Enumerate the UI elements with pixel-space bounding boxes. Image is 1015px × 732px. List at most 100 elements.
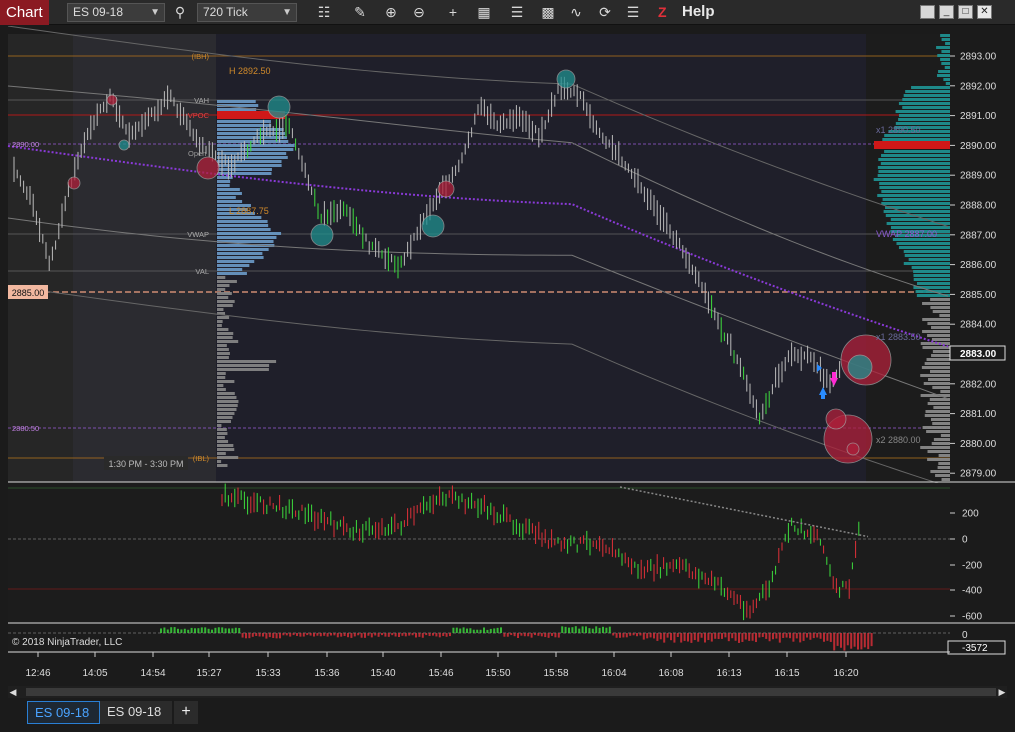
- right-profile-row: [941, 38, 950, 41]
- right-profile-row: [938, 70, 950, 73]
- ninjatrader-chart-window: Chart ES 09-18 ▼ ⚲ 720 Tick ▼ ☷ ✎ ⊕ ⊖ + …: [0, 0, 1015, 732]
- time-tick-label: 15:58: [543, 668, 568, 679]
- delta-bar: [571, 627, 574, 633]
- close-button[interactable]: ✕: [977, 5, 992, 19]
- delta-bar: [823, 633, 825, 642]
- right-profile-row: [904, 254, 950, 257]
- delta-bar: [860, 633, 863, 650]
- delta-bar: [415, 633, 417, 638]
- scroll-thumb[interactable]: [26, 688, 996, 696]
- profile-row: [217, 276, 226, 279]
- vah-label: VAH: [194, 96, 209, 105]
- order-flow-bubble: [106, 94, 118, 106]
- tab-es-09-18-active[interactable]: ES 09-18: [27, 701, 100, 724]
- delta-bar: [843, 633, 846, 651]
- profile-row: [217, 332, 234, 335]
- bar-style-icon[interactable]: ☷: [314, 2, 334, 22]
- delta-bar: [204, 627, 207, 633]
- price-tick-label: 2879.00: [960, 469, 997, 480]
- time-tick-label: 16:15: [774, 668, 799, 679]
- delta-bar: [683, 633, 686, 641]
- zoom-out-icon[interactable]: ⊖: [409, 2, 429, 22]
- delta-bar: [802, 633, 805, 641]
- delta-bar: [452, 627, 455, 633]
- right-profile-row: [925, 410, 950, 413]
- strategies-icon[interactable]: ▩: [538, 2, 558, 22]
- interval-value: 720 Tick: [203, 5, 248, 19]
- help-menu[interactable]: Help: [682, 2, 715, 22]
- right-profile-row: [937, 54, 950, 57]
- vpoc-label: VPOC: [188, 111, 210, 120]
- right-profile-row: [928, 378, 950, 381]
- right-profile-row: [879, 186, 950, 189]
- right-profile-row: [898, 118, 950, 121]
- delta-bar: [221, 627, 224, 633]
- profile-row: [217, 224, 269, 227]
- val-label: VAL: [195, 267, 209, 276]
- crosshair-icon[interactable]: +: [443, 2, 463, 22]
- profile-row: [217, 416, 233, 419]
- profile-row: [217, 236, 277, 239]
- delta-bar: [316, 633, 319, 636]
- right-profile-row: [908, 258, 950, 261]
- delta-bar: [574, 626, 577, 633]
- indicators-icon[interactable]: ☰: [507, 2, 527, 22]
- instrument-value: ES 09-18: [73, 5, 124, 19]
- horizontal-scrollbar[interactable]: ◀ ▶: [8, 686, 1007, 698]
- search-icon[interactable]: ⚲: [170, 2, 190, 22]
- right-profile-row: [927, 322, 950, 325]
- interval-selector[interactable]: 720 Tick ▼: [197, 3, 297, 22]
- delta-bar: [527, 633, 530, 637]
- zoom-in-icon[interactable]: ⊕: [381, 2, 401, 22]
- add-tab-button[interactable]: +: [174, 701, 198, 724]
- chart-panel[interactable]: (IBH) H 2892.50 VAH VPOC Open L 2887.75 …: [0, 25, 1015, 686]
- right-profile-row: [927, 450, 950, 453]
- profile-row: [217, 284, 230, 287]
- scroll-left-icon[interactable]: ◀: [8, 686, 18, 698]
- delta-bar: [319, 633, 322, 637]
- tab-es-09-18[interactable]: ES 09-18: [100, 701, 172, 724]
- delta-bar: [489, 628, 492, 633]
- minimize-button[interactable]: [920, 5, 935, 19]
- right-profile-row: [932, 422, 950, 425]
- delta-bar: [605, 627, 608, 633]
- delta-bar: [697, 633, 700, 642]
- z-icon[interactable]: Z: [658, 2, 667, 22]
- scroll-right-icon[interactable]: ▶: [997, 686, 1007, 698]
- vwap-label: VWAP: [187, 230, 209, 239]
- order-flow-bubble: [846, 442, 860, 456]
- profile-row: [217, 316, 230, 319]
- delta-bar: [520, 633, 523, 636]
- right-profile-row: [930, 298, 950, 301]
- collapse-button[interactable]: _: [939, 5, 954, 19]
- indicator-tick-label: -600: [962, 612, 982, 623]
- drawing-tools-icon[interactable]: ∿: [566, 2, 586, 22]
- time-tick-label: 15:27: [196, 668, 221, 679]
- right-profile-row: [933, 438, 950, 441]
- instrument-selector[interactable]: ES 09-18 ▼: [67, 3, 165, 22]
- delta-bar: [853, 633, 856, 647]
- delta-bar: [758, 633, 761, 638]
- profile-row: [217, 304, 233, 307]
- right-profile-row: [931, 354, 950, 357]
- pencil-icon[interactable]: ✎: [350, 2, 370, 22]
- time-axis: 12:46 14:05 14:54 15:27 15:33 15:36 15:40 15:46…: [25, 652, 859, 679]
- right-profile-row: [945, 82, 950, 85]
- data-box-icon[interactable]: ▦: [474, 2, 494, 22]
- delta-bar: [289, 633, 292, 637]
- right-profile-row: [941, 478, 950, 481]
- maximize-button[interactable]: □: [958, 5, 973, 19]
- refresh-icon[interactable]: ⟳: [595, 2, 615, 22]
- delta-bar: [177, 628, 179, 633]
- profile-row: [217, 352, 230, 355]
- time-tick-label: 16:13: [716, 668, 741, 679]
- profile-row: [217, 460, 222, 463]
- time-tick-label: 16:04: [601, 668, 626, 679]
- chart-canvas[interactable]: (IBH) H 2892.50 VAH VPOC Open L 2887.75 …: [0, 25, 1015, 686]
- delta-bar: [200, 627, 203, 633]
- right-profile-row: [931, 338, 950, 341]
- delta-bar: [789, 633, 791, 639]
- properties-icon[interactable]: ☰: [623, 2, 643, 22]
- order-flow-bubble: [847, 354, 873, 380]
- profile-row: [217, 308, 224, 311]
